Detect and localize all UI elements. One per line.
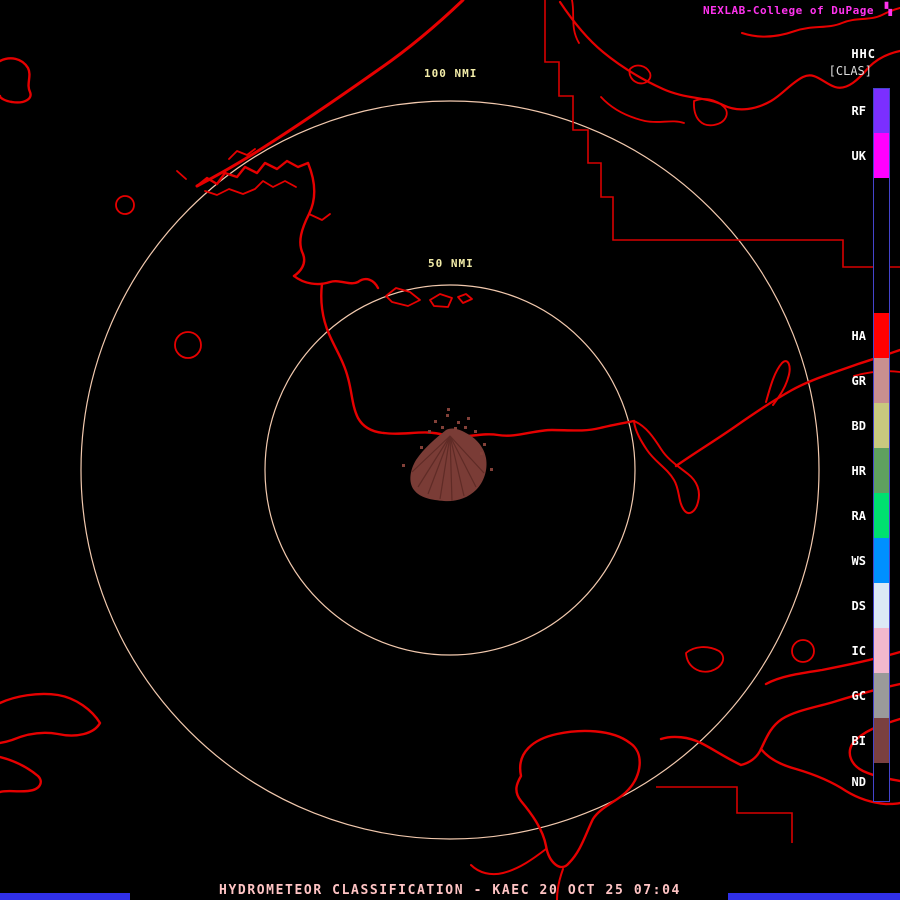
cod-logo-icon: ▚ xyxy=(884,2,892,16)
radar-echo xyxy=(402,408,493,502)
legend-label: DS xyxy=(851,598,866,613)
legend-row-gr: GR xyxy=(852,358,890,403)
legend-row-bi: BI xyxy=(852,718,890,763)
legend-label: RA xyxy=(851,508,866,523)
legend-gap xyxy=(852,178,890,313)
legend-row-ic: IC xyxy=(852,628,890,673)
legend-label: GC xyxy=(851,688,866,703)
legend-swatch xyxy=(873,448,890,493)
legend-swatch xyxy=(873,628,890,673)
legend-swatch xyxy=(873,718,890,763)
legend-swatch xyxy=(873,493,890,538)
radar-display: { "colors": { "background": "#000000", "… xyxy=(0,0,900,900)
legend-row-hr: HR xyxy=(852,448,890,493)
legend-label: ND xyxy=(851,775,866,789)
legend-row-ds: DS xyxy=(852,583,890,628)
brand-title: NEXLAB-College of DuPage xyxy=(703,4,874,17)
legend-label: HR xyxy=(851,463,866,478)
legend-label: UK xyxy=(851,148,866,163)
legend-row-ha: HA xyxy=(852,313,890,358)
legend-row-bd: BD xyxy=(852,403,890,448)
legend-row-nd: ND xyxy=(851,762,890,802)
legend-label: HA xyxy=(851,328,866,343)
legend-label: RF xyxy=(851,103,866,118)
legend-swatch xyxy=(873,133,890,178)
legend-swatch xyxy=(873,583,890,628)
legend-swatch-empty xyxy=(873,178,890,313)
legend-swatch xyxy=(873,313,890,358)
legend-row-ws: WS xyxy=(852,538,890,583)
legend-swatch xyxy=(873,403,890,448)
product-code-label: HHC xyxy=(851,47,876,61)
classification-legend: RF UK HA GR BD HR RA WS DS IC GC BI ND xyxy=(851,87,890,802)
legend-label: BD xyxy=(851,418,866,433)
legend-swatch xyxy=(873,538,890,583)
zone-boundaries xyxy=(544,0,900,843)
legend-label: BI xyxy=(851,733,866,748)
legend-label: IC xyxy=(851,643,866,658)
range-ring-label-50nmi: 50 NMI xyxy=(428,257,474,270)
legend-label: WS xyxy=(851,553,866,568)
status-bar: HYDROMETEOR CLASSIFICATION - KAEC 20 OCT… xyxy=(219,883,681,898)
legend-swatch xyxy=(873,673,890,718)
legend-label: GR xyxy=(851,373,866,388)
legend-swatch xyxy=(873,87,890,134)
legend-row-ra: RA xyxy=(852,493,890,538)
range-ring-label-100nmi: 100 NMI xyxy=(424,67,478,80)
legend-swatch xyxy=(873,762,890,802)
legend-row-gc: GC xyxy=(852,673,890,718)
legend-row-rf: RF xyxy=(851,87,890,134)
legend-swatch xyxy=(873,358,890,403)
legend-row-uk: UK xyxy=(852,133,890,178)
radar-map xyxy=(0,0,900,900)
product-tag-label: [CLAS] xyxy=(828,64,872,78)
